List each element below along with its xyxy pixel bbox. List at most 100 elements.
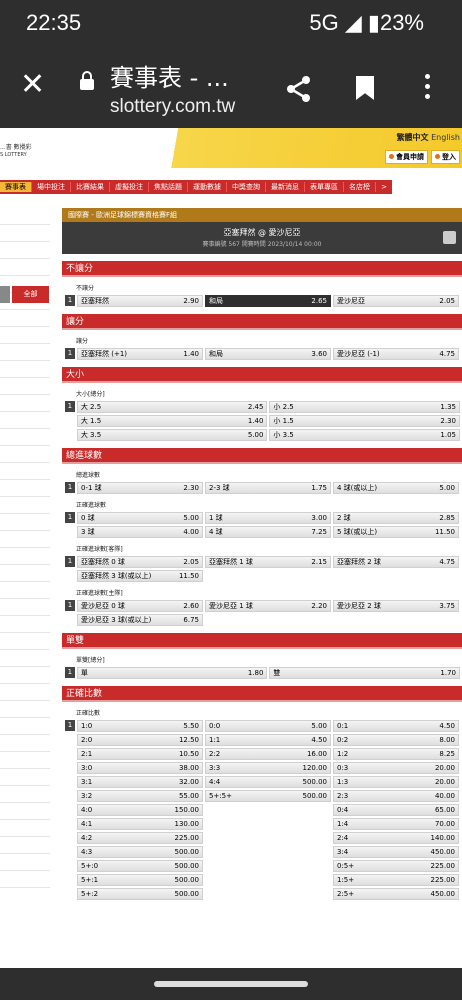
odds-button[interactable]: 0:0 5.00 (205, 719, 331, 732)
nav-item[interactable]: 虛擬投注 (110, 182, 149, 192)
sidebar-row[interactable] (0, 599, 50, 616)
odds-button[interactable]: 2 球 2.85 (333, 511, 459, 524)
sidebar-row[interactable] (0, 412, 50, 429)
odds-button[interactable]: 和局 3.60 (205, 347, 331, 360)
home-indicator[interactable] (0, 968, 462, 1000)
odds-button[interactable]: 0:5+ 225.00 (333, 859, 459, 872)
odds-button[interactable]: 雙 1.70 (269, 666, 460, 679)
nav-item[interactable]: 比賽結果 (71, 182, 110, 192)
odds-button[interactable]: 亞塞拜然 2.90 (77, 294, 203, 307)
odds-button[interactable]: 亞塞拜然 2 球 4.75 (333, 555, 459, 568)
sidebar-row[interactable] (0, 446, 50, 463)
market-title[interactable]: 正確比數 (62, 686, 462, 702)
sidebar-row[interactable] (0, 752, 50, 769)
odds-button[interactable]: 4:2 225.00 (77, 831, 203, 844)
sidebar-row[interactable] (0, 735, 50, 752)
odds-button[interactable]: 1:4 70.00 (333, 817, 459, 830)
odds-button[interactable]: 2:1 10.50 (77, 747, 203, 760)
odds-button[interactable]: 2:5+ 450.00 (333, 887, 459, 900)
sidebar-row[interactable] (0, 548, 50, 565)
odds-button[interactable]: 0:4 65.00 (333, 803, 459, 816)
odds-button[interactable]: 亞塞拜然 1 球 2.15 (205, 555, 331, 568)
odds-button[interactable]: 0 球 5.00 (77, 511, 203, 524)
odds-button[interactable]: 0:1 4.50 (333, 719, 459, 732)
odds-button[interactable]: 0-1 球 2.30 (77, 481, 203, 494)
odds-button[interactable]: 愛沙尼亞 1 球 2.20 (205, 599, 331, 612)
sidebar-row[interactable] (0, 786, 50, 803)
sidebar-row[interactable] (0, 208, 50, 225)
nav-item[interactable]: 賽事表 (0, 182, 32, 192)
market-title[interactable]: 總進球數 (62, 448, 462, 464)
odds-button[interactable]: 0:3 20.00 (333, 761, 459, 774)
sidebar-row[interactable] (0, 395, 50, 412)
nav-item[interactable]: 最新消息 (266, 182, 305, 192)
sidebar-row[interactable] (0, 378, 50, 395)
sidebar-row[interactable] (0, 769, 50, 786)
odds-button[interactable]: 2:4 140.00 (333, 831, 459, 844)
odds-button[interactable]: 單 1.80 (76, 666, 268, 679)
nav-more-arrow[interactable]: > (376, 183, 392, 191)
sidebar-all-button[interactable]: 全部 (12, 286, 49, 303)
nav-item[interactable]: 名店榜 (344, 182, 376, 192)
odds-button[interactable]: 3:1 32.00 (77, 775, 203, 788)
odds-button[interactable]: 亞塞拜然 0 球 2.05 (77, 555, 203, 568)
site-logo[interactable]: ...書 數攪彩 (0, 142, 32, 151)
odds-button[interactable]: 4:3 500.00 (77, 845, 203, 858)
sidebar-row[interactable] (0, 327, 50, 344)
sidebar-row[interactable] (0, 803, 50, 820)
sidebar-row[interactable] (0, 259, 50, 276)
sidebar-row[interactable] (0, 684, 50, 701)
close-icon[interactable]: ✕ (20, 70, 45, 100)
sidebar-row[interactable] (0, 242, 50, 259)
sidebar-row[interactable] (0, 344, 50, 361)
sidebar-row[interactable] (0, 565, 50, 582)
market-title[interactable]: 不讓分 (62, 261, 462, 277)
sidebar-row[interactable] (0, 361, 50, 378)
odds-button[interactable]: 2:3 40.00 (333, 789, 459, 802)
odds-button[interactable]: 小 3.5 1.05 (269, 428, 460, 441)
odds-button[interactable]: 1:1 4.50 (205, 733, 331, 746)
more-menu-icon[interactable] (422, 74, 432, 104)
odds-button[interactable]: 3:2 55.00 (77, 789, 203, 802)
odds-button[interactable]: 5+:0 500.00 (77, 859, 203, 872)
odds-button[interactable]: 大 1.5 1.40 (76, 414, 268, 427)
odds-button[interactable]: 愛沙尼亞 2.05 (333, 294, 459, 307)
login-button[interactable]: 登入 (431, 150, 460, 164)
bookmark-icon[interactable] (356, 76, 374, 100)
odds-button[interactable]: 3 球 4.00 (77, 525, 203, 538)
sidebar-row[interactable] (0, 837, 50, 854)
sidebar-row[interactable] (0, 429, 50, 446)
odds-button[interactable]: 5+:2 500.00 (77, 887, 203, 900)
odds-button[interactable]: 大 3.5 5.00 (76, 428, 268, 441)
odds-button[interactable]: 5+:5+ 500.00 (205, 789, 331, 802)
sidebar-row[interactable] (0, 480, 50, 497)
sidebar-row[interactable] (0, 225, 50, 242)
odds-button[interactable]: 小 1.5 2.30 (269, 414, 460, 427)
sidebar-row[interactable] (0, 310, 50, 327)
odds-button[interactable]: 4:1 130.00 (77, 817, 203, 830)
sidebar-row[interactable] (0, 820, 50, 837)
sidebar-row[interactable] (0, 854, 50, 871)
odds-button[interactable]: 2-3 球 1.75 (205, 481, 331, 494)
market-title[interactable]: 讓分 (62, 314, 462, 330)
register-button[interactable]: 會員申請 (385, 150, 428, 164)
odds-button[interactable]: 愛沙尼亞 (-1) 4.75 (333, 347, 459, 360)
odds-button[interactable]: 1:3 20.00 (333, 775, 459, 788)
nav-item[interactable]: 表單專區 (305, 182, 344, 192)
odds-button[interactable]: 大 2.5 2.45 (76, 400, 268, 413)
odds-button[interactable]: 亞塞拜然 (+1) 1.40 (77, 347, 203, 360)
share-icon[interactable] (284, 74, 314, 104)
odds-button[interactable]: 5+:1 500.00 (77, 873, 203, 886)
market-title[interactable]: 大小 (62, 367, 462, 383)
odds-button[interactable]: 1:2 8.25 (333, 747, 459, 760)
url-text[interactable]: slottery.com.tw (110, 96, 235, 118)
odds-button[interactable]: 愛沙尼亞 3 球(或以上) 6.75 (77, 613, 203, 626)
lang-en[interactable]: English (431, 133, 460, 142)
nav-item[interactable]: 場中投注 (32, 182, 71, 192)
nav-item[interactable]: 運動數據 (188, 182, 227, 192)
odds-button[interactable]: 4 球(或以上) 5.00 (333, 481, 459, 494)
odds-button[interactable]: 0:2 8.00 (333, 733, 459, 746)
sidebar-row[interactable] (0, 718, 50, 735)
sidebar-row[interactable] (0, 667, 50, 684)
odds-button[interactable]: 5 球(或以上) 11.50 (333, 525, 459, 538)
